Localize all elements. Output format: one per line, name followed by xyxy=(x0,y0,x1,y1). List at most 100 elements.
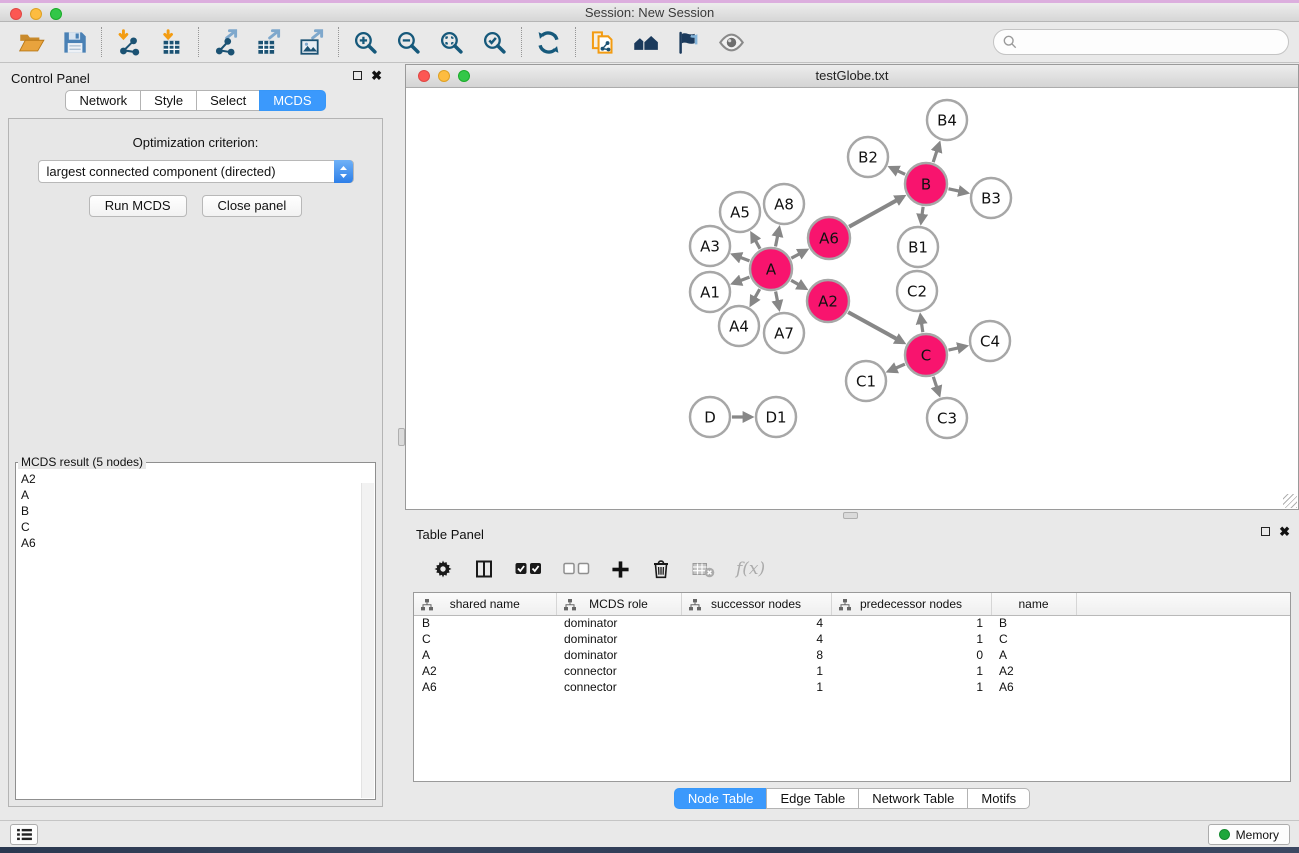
table-cell-shared-name[interactable]: C xyxy=(414,631,556,647)
show-tool-panel-button[interactable] xyxy=(10,824,38,845)
table-cell-predecessor[interactable]: 1 xyxy=(831,663,991,679)
resize-grip-icon[interactable] xyxy=(1283,494,1297,508)
graph-edge-A-A1[interactable] xyxy=(733,277,749,283)
column-header-name[interactable]: name xyxy=(991,593,1076,615)
table-cell-name[interactable]: C xyxy=(991,631,1076,647)
graph-node-A5[interactable]: A5 xyxy=(720,192,760,232)
graph-edge-A-A6[interactable] xyxy=(791,250,806,258)
graph-edge-A-A7[interactable] xyxy=(776,292,779,309)
table-cell-shared-name[interactable]: B xyxy=(414,615,556,631)
graph-node-B4[interactable]: B4 xyxy=(927,100,967,140)
table-cell-predecessor[interactable]: 1 xyxy=(831,615,991,631)
show-columns-button[interactable] xyxy=(474,559,494,579)
graph-node-A1[interactable]: A1 xyxy=(690,272,730,312)
table-cell-successor[interactable]: 4 xyxy=(681,615,831,631)
graph-node-C1[interactable]: C1 xyxy=(846,361,886,401)
mcds-result-item[interactable]: C xyxy=(21,519,370,535)
zoom-out-button[interactable] xyxy=(387,25,430,59)
graph-edge-A-A3[interactable] xyxy=(733,255,749,261)
table-cell-successor[interactable]: 1 xyxy=(681,663,831,679)
zoom-in-button[interactable] xyxy=(344,25,387,59)
graph-node-C2[interactable]: C2 xyxy=(897,271,937,311)
mcds-result-item[interactable]: B xyxy=(21,503,370,519)
graph-node-D[interactable]: D xyxy=(690,397,730,437)
graph-node-A4[interactable]: A4 xyxy=(719,306,759,346)
close-panel-button[interactable]: Close panel xyxy=(202,195,303,217)
export-image-button[interactable] xyxy=(290,25,333,59)
table-settings-button[interactable] xyxy=(433,559,453,579)
network-window-title-bar[interactable]: testGlobe.txt xyxy=(406,65,1298,88)
column-header-successor-nodes[interactable]: successor nodes xyxy=(681,593,831,615)
graph-node-C4[interactable]: C4 xyxy=(970,321,1010,361)
table-cell-predecessor[interactable]: 1 xyxy=(831,631,991,647)
zoom-selected-button[interactable] xyxy=(473,25,516,59)
table-row[interactable]: A6connector11A6 xyxy=(414,679,1290,695)
table-cell-mcds-role[interactable]: connector xyxy=(556,679,681,695)
graph-node-A7[interactable]: A7 xyxy=(764,313,804,353)
vertical-splitter-grip[interactable] xyxy=(398,428,405,446)
graph-node-B1[interactable]: B1 xyxy=(898,227,938,267)
zoom-fit-button[interactable] xyxy=(430,25,473,59)
graph-node-A2[interactable]: A2 xyxy=(807,280,849,322)
float-panel-icon[interactable] xyxy=(353,71,362,80)
deselect-all-button[interactable] xyxy=(563,562,590,576)
show-hide-button[interactable] xyxy=(710,25,753,59)
graph-edge-C-C3[interactable] xyxy=(933,377,939,395)
column-header-shared-name[interactable]: shared name xyxy=(414,593,556,615)
tab-edge-table[interactable]: Edge Table xyxy=(766,788,859,809)
graph-edge-A-A4[interactable] xyxy=(751,289,760,304)
tab-network-table[interactable]: Network Table xyxy=(858,788,968,809)
graph-edge-A6-B[interactable] xyxy=(849,197,903,227)
table-cell-shared-name[interactable]: A xyxy=(414,647,556,663)
column-header-predecessor-nodes[interactable]: predecessor nodes xyxy=(831,593,991,615)
graph-edge-B-B4[interactable] xyxy=(933,144,939,162)
graph-node-A3[interactable]: A3 xyxy=(690,226,730,266)
import-network-button[interactable] xyxy=(107,25,150,59)
graph-edge-A-A2[interactable] xyxy=(791,280,805,288)
table-cell-successor[interactable]: 1 xyxy=(681,679,831,695)
criterion-dropdown[interactable]: largest connected component (directed) xyxy=(38,160,354,183)
search-box[interactable] xyxy=(993,29,1289,55)
table-cell-name[interactable]: B xyxy=(991,615,1076,631)
delete-table-button[interactable] xyxy=(692,561,715,578)
tab-mcds[interactable]: MCDS xyxy=(259,90,325,111)
graph-edge-A-A5[interactable] xyxy=(752,234,760,249)
table-cell-mcds-role[interactable]: connector xyxy=(556,663,681,679)
table-row[interactable]: Cdominator41C xyxy=(414,631,1290,647)
close-panel-icon[interactable]: ✖ xyxy=(1279,526,1290,537)
scrollbar[interactable] xyxy=(361,483,374,798)
table-cell-name[interactable]: A6 xyxy=(991,679,1076,695)
mcds-result-item[interactable]: A xyxy=(21,487,370,503)
tab-node-table[interactable]: Node Table xyxy=(674,788,768,809)
graph-edge-B-B2[interactable] xyxy=(891,168,905,175)
graph-node-B2[interactable]: B2 xyxy=(848,137,888,177)
flag-button[interactable] xyxy=(667,25,710,59)
export-table-button[interactable] xyxy=(247,25,290,59)
table-cell-name[interactable]: A2 xyxy=(991,663,1076,679)
table-cell-name[interactable]: A xyxy=(991,647,1076,663)
graph-edge-C-C1[interactable] xyxy=(889,364,905,371)
table-row[interactable]: A2connector11A2 xyxy=(414,663,1290,679)
graph-edge-B-B3[interactable] xyxy=(949,189,967,193)
graph-edge-C-C4[interactable] xyxy=(949,346,966,350)
table-cell-successor[interactable]: 4 xyxy=(681,631,831,647)
tab-select[interactable]: Select xyxy=(196,90,260,111)
table-cell-mcds-role[interactable]: dominator xyxy=(556,631,681,647)
float-panel-icon[interactable] xyxy=(1261,527,1270,536)
mcds-result-item[interactable]: A6 xyxy=(21,535,370,551)
table-cell-mcds-role[interactable]: dominator xyxy=(556,615,681,631)
table-row[interactable]: Bdominator41B xyxy=(414,615,1290,631)
apply-layout-button[interactable] xyxy=(527,25,570,59)
save-session-button[interactable] xyxy=(53,25,96,59)
search-input[interactable] xyxy=(1023,35,1279,50)
graph-node-A6[interactable]: A6 xyxy=(808,217,850,259)
first-neighbors-button[interactable] xyxy=(624,25,667,59)
graph-edge-A2-C[interactable] xyxy=(848,312,903,342)
run-mcds-button[interactable]: Run MCDS xyxy=(89,195,187,217)
graph-node-C3[interactable]: C3 xyxy=(927,398,967,438)
close-panel-icon[interactable]: ✖ xyxy=(371,70,382,81)
mcds-result-item[interactable]: A2 xyxy=(21,471,370,487)
column-header-mcds-role[interactable]: MCDS role xyxy=(556,593,681,615)
table-cell-shared-name[interactable]: A2 xyxy=(414,663,556,679)
table-cell-predecessor[interactable]: 1 xyxy=(831,679,991,695)
